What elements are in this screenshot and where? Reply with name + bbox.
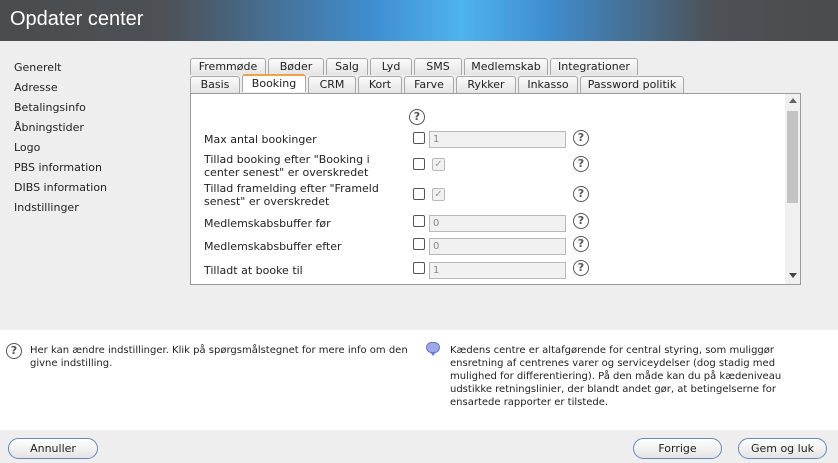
footer-bar: Annuller Forrige Gem og luk bbox=[0, 430, 838, 463]
tab-crm[interactable]: CRM bbox=[308, 76, 356, 93]
scroll-thumb[interactable] bbox=[787, 111, 798, 203]
setting-label-max-bookings: Max antal bookinger bbox=[204, 133, 317, 146]
max-bookings-input[interactable]: 1 bbox=[429, 131, 566, 148]
setting-label-allowed-to-book-for: Tilladt at booke til bbox=[204, 264, 303, 277]
tab-integrationer[interactable]: Integrationer bbox=[550, 58, 638, 75]
help-icon-membership-buffer-after[interactable]: ? bbox=[573, 236, 589, 252]
membership-buffer-before-input[interactable]: 0 bbox=[429, 215, 566, 232]
tab-lyd[interactable]: Lyd bbox=[370, 58, 412, 75]
tab-salg[interactable]: Salg bbox=[326, 58, 368, 75]
tab-medlemskab[interactable]: Medlemskab bbox=[464, 58, 548, 75]
info-text-left: Her kan ændre indstillinger. Klik på spø… bbox=[30, 345, 408, 369]
scroll-down-icon[interactable] bbox=[789, 273, 797, 278]
tab-sms[interactable]: SMS bbox=[414, 58, 462, 75]
cancel-button[interactable]: Annuller bbox=[8, 438, 98, 459]
allowed-to-book-for-input[interactable]: 1 bbox=[429, 262, 566, 279]
previous-button[interactable]: Forrige bbox=[633, 438, 722, 459]
membership-buffer-after-input[interactable]: 0 bbox=[429, 238, 566, 255]
content-scrollbar[interactable] bbox=[785, 94, 800, 284]
sidebar-item-generelt[interactable]: Generelt bbox=[14, 61, 61, 74]
tab-inkasso[interactable]: Inkasso bbox=[518, 76, 578, 93]
help-icon-general[interactable]: ? bbox=[409, 109, 425, 125]
help-icon-allow-booking-late[interactable]: ? bbox=[573, 156, 589, 172]
max-bookings-checkbox[interactable] bbox=[413, 132, 425, 144]
setting-label-allow-booking-late: Tillad booking efter "Booking i center s… bbox=[204, 153, 370, 179]
allow-booking-late-value-check: ✓ bbox=[432, 158, 445, 171]
sidebar-item-indstillinger[interactable]: Indstillinger bbox=[14, 201, 79, 214]
info-text-right: Kædens centre er altafgørende for centra… bbox=[450, 345, 782, 408]
membership-buffer-before-checkbox[interactable] bbox=[413, 215, 425, 227]
allow-booking-late-checkbox[interactable] bbox=[413, 158, 425, 170]
scroll-up-icon[interactable] bbox=[789, 98, 797, 103]
setting-label-allow-cancel-late: Tillad framelding efter "Frameld senest"… bbox=[204, 182, 379, 208]
sidebar-item-logo[interactable]: Logo bbox=[14, 141, 40, 154]
window-title: Opdater center bbox=[10, 8, 144, 30]
sidebar-item-adresse[interactable]: Adresse bbox=[14, 81, 58, 94]
setting-label-membership-buffer-before: Medlemskabsbuffer før bbox=[204, 217, 331, 230]
sidebar-item-dibs-information[interactable]: DIBS information bbox=[14, 181, 107, 194]
sidebar-item-pbs-information[interactable]: PBS information bbox=[14, 161, 102, 174]
tab-rykker[interactable]: Rykker bbox=[456, 76, 516, 93]
allowed-to-book-for-checkbox[interactable] bbox=[413, 262, 425, 274]
allow-cancel-late-value-check: ✓ bbox=[432, 188, 445, 201]
tab-farve[interactable]: Farve bbox=[404, 76, 454, 93]
tab-password-politik[interactable]: Password politik bbox=[580, 76, 684, 93]
info-help-icon: ? bbox=[6, 343, 22, 359]
tab-fremmode[interactable]: Fremmøde bbox=[190, 58, 266, 75]
tab-booking[interactable]: Booking bbox=[242, 74, 306, 92]
tab-basis[interactable]: Basis bbox=[190, 76, 240, 93]
sidebar-item-abningstider[interactable]: Åbningstider bbox=[14, 121, 84, 134]
membership-buffer-after-checkbox[interactable] bbox=[413, 238, 425, 250]
tab-kort[interactable]: Kort bbox=[358, 76, 402, 93]
setting-label-membership-buffer-after: Medlemskabsbuffer efter bbox=[204, 240, 342, 253]
help-icon-max-bookings[interactable]: ? bbox=[573, 130, 589, 146]
tab-boder[interactable]: Bøder bbox=[268, 58, 324, 75]
speech-bubble-icon bbox=[426, 342, 440, 356]
allow-cancel-late-checkbox[interactable] bbox=[413, 188, 425, 200]
help-icon-allow-cancel-late[interactable]: ? bbox=[573, 186, 589, 202]
help-icon-membership-buffer-before[interactable]: ? bbox=[573, 213, 589, 229]
sidebar-item-betalingsinfo[interactable]: Betalingsinfo bbox=[14, 101, 86, 114]
booking-settings-content: ? Max antal bookinger 1 ? Tillad booking… bbox=[190, 93, 801, 285]
title-bar: Opdater center bbox=[0, 0, 838, 41]
help-icon-allowed-to-book-for[interactable]: ? bbox=[573, 260, 589, 276]
sidebar: Generelt Adresse Betalingsinfo Åbningsti… bbox=[0, 41, 166, 330]
save-and-close-button[interactable]: Gem og luk bbox=[738, 438, 827, 459]
